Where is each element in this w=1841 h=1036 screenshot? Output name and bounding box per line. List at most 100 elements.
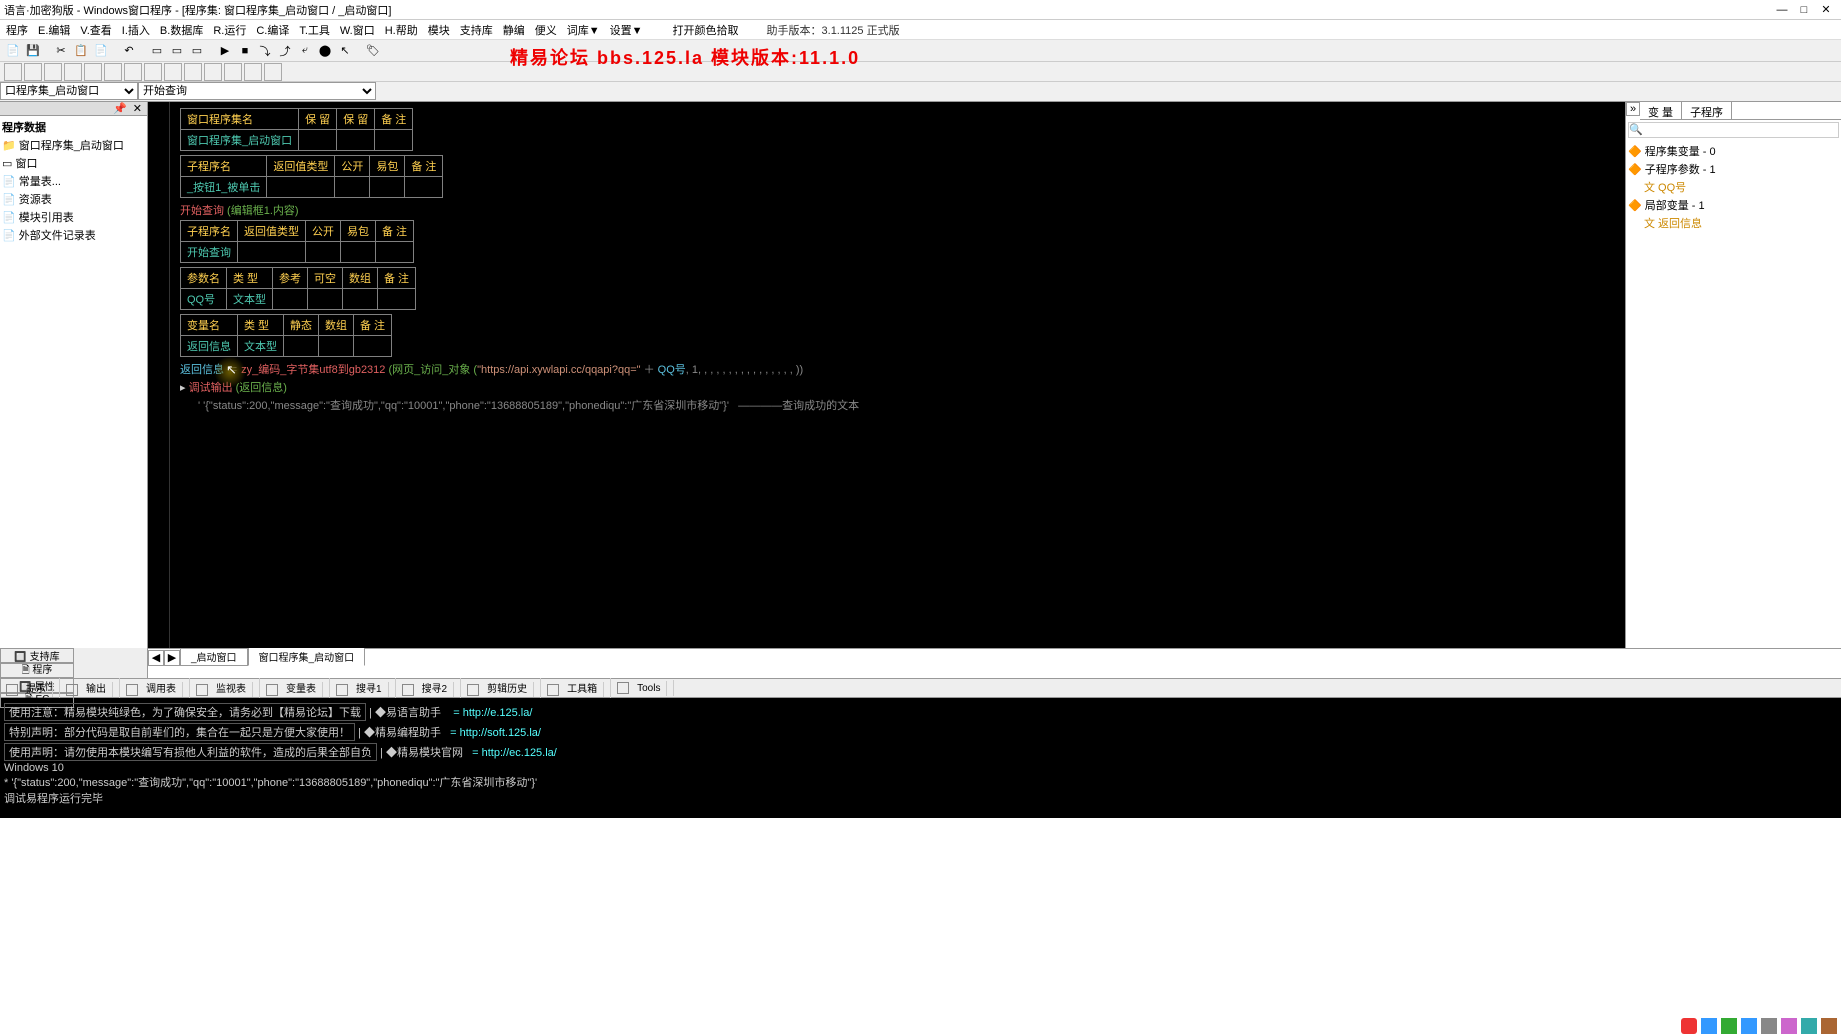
menu-view[interactable]: V.查看 (76, 20, 115, 40)
left-pin-icon[interactable]: 📌 (110, 102, 130, 115)
btab-search2[interactable]: 搜寻2 (396, 678, 462, 697)
layout-btn-11[interactable] (204, 63, 222, 81)
tree-root[interactable]: 程序数据 (2, 118, 145, 136)
tray-mic-icon[interactable] (1741, 1018, 1757, 1034)
layout-btn-10[interactable] (184, 63, 202, 81)
tray-tool-icon[interactable] (1821, 1018, 1837, 1034)
layout-btn-4[interactable] (64, 63, 82, 81)
tree-item-res[interactable]: 📄 资源表 (2, 190, 145, 208)
tree-item-const[interactable]: 📄 常量表... (2, 172, 145, 190)
tool-stop-icon[interactable]: ■ (236, 42, 254, 60)
tab-subs[interactable]: 子程序 (1682, 102, 1732, 119)
vtree-qq[interactable]: 文 QQ号 (1628, 178, 1839, 196)
output-console[interactable]: 使用注意：精易模块纯绿色，为了确保安全，请务必到【精易论坛】下载 | ◆易语言助… (0, 698, 1841, 818)
var-search-input[interactable] (1628, 122, 1839, 138)
left-close-icon[interactable]: ✕ (130, 102, 145, 115)
tray-kbd-icon[interactable] (1761, 1018, 1777, 1034)
tool-step-icon[interactable]: ⤵ (256, 42, 274, 60)
tool-tag-icon[interactable]: 🏷 (364, 42, 382, 60)
right-collapse-button[interactable]: » (1626, 102, 1640, 116)
layout-btn-14[interactable] (264, 63, 282, 81)
menu-support[interactable]: 支持库 (456, 20, 497, 40)
layout-btn-5[interactable] (84, 63, 102, 81)
tab-scroll-left[interactable]: ◀ (148, 650, 164, 666)
vtree-localvar[interactable]: 🔶 局部变量 - 1 (1628, 196, 1839, 214)
tool-stepout-icon[interactable]: ⤶ (296, 42, 314, 60)
tray-sogou-icon[interactable] (1681, 1018, 1697, 1034)
tool-cut-icon[interactable]: ✂ (52, 42, 70, 60)
menu-colorpick[interactable]: 打开颜色拾取 (669, 20, 743, 40)
tab-vars[interactable]: 变 量 (1640, 102, 1682, 119)
tool-win1-icon[interactable]: ▭ (148, 42, 166, 60)
menu-compile[interactable]: C.编译 (252, 20, 293, 40)
vtree-procvar[interactable]: 🔶 程序集变量 - 0 (1628, 142, 1839, 160)
code-line-call1[interactable]: 开始查询 (编辑框1.内容) (180, 202, 1615, 218)
btab-toolbox[interactable]: 工具箱 (541, 678, 611, 697)
menu-help[interactable]: H.帮助 (381, 20, 422, 40)
layout-btn-1[interactable] (4, 63, 22, 81)
maximize-button[interactable]: □ (1793, 4, 1815, 16)
tool-win2-icon[interactable]: ▭ (168, 42, 186, 60)
tray-ime-icon[interactable] (1701, 1018, 1717, 1034)
layout-btn-12[interactable] (224, 63, 242, 81)
tool-win3-icon[interactable]: ▭ (188, 42, 206, 60)
minimize-button[interactable]: — (1771, 4, 1793, 16)
layout-btn-7[interactable] (124, 63, 142, 81)
close-button[interactable]: ✕ (1815, 3, 1837, 16)
btab-watch[interactable]: 监视表 (190, 678, 260, 697)
layout-btn-6[interactable] (104, 63, 122, 81)
tab-scroll-right[interactable]: ▶ (164, 650, 180, 666)
tool-save-icon[interactable]: 💾 (24, 42, 42, 60)
menu-dict[interactable]: 词库▼ (563, 20, 604, 40)
tree-item-extfile[interactable]: 📄 外部文件记录表 (2, 226, 145, 244)
menu-edit[interactable]: E.编辑 (34, 20, 74, 40)
tool-undo-icon[interactable]: ↶ (120, 42, 138, 60)
menu-module[interactable]: 模块 (424, 20, 454, 40)
btab-output[interactable]: 输出 (60, 678, 120, 697)
layout-btn-8[interactable] (144, 63, 162, 81)
btab-vartable[interactable]: 变量表 (260, 678, 330, 697)
editor-tab-procset[interactable]: 窗口程序集_启动窗口 (248, 647, 366, 666)
tray-gear-icon[interactable] (1801, 1018, 1817, 1034)
btab-tools[interactable]: Tools (611, 680, 674, 696)
editor-tab-startwin[interactable]: _启动窗口 (180, 647, 248, 666)
tree-item-window[interactable]: ▭ 窗口 (2, 154, 145, 172)
tree-item-procset[interactable]: 📁 窗口程序集_启动窗口 (2, 136, 145, 154)
menu-window[interactable]: W.窗口 (336, 20, 379, 40)
code-line-debug[interactable]: ▸ 调试输出 (返回信息) (180, 379, 1615, 395)
layout-btn-13[interactable] (244, 63, 262, 81)
btab-hint[interactable]: 提示 (0, 678, 60, 697)
vtree-retinfo[interactable]: 文 返回信息 (1628, 214, 1839, 232)
code-line-assign[interactable]: 返回信息 ＝ zy_编码_字节集utf8到gb2312 (网页_访问_对象 ("… (180, 361, 1615, 377)
layout-btn-3[interactable] (44, 63, 62, 81)
tool-run-icon[interactable]: ▶ (216, 42, 234, 60)
code-editor[interactable]: 窗口程序集名保 留保 留备 注 窗口程序集_启动窗口 子程序名返回值类型公开易包… (170, 102, 1625, 648)
lefttab-program[interactable]: 🗎 程序 (0, 663, 74, 678)
layout-btn-9[interactable] (164, 63, 182, 81)
tool-paste-icon[interactable]: 📄 (92, 42, 110, 60)
menu-run[interactable]: R.运行 (209, 20, 250, 40)
menu-db[interactable]: B.数据库 (156, 20, 207, 40)
btab-clip[interactable]: 剪辑历史 (461, 678, 541, 697)
tray-punct-icon[interactable] (1721, 1018, 1737, 1034)
menu-static[interactable]: 静编 (499, 20, 529, 40)
menu-conv[interactable]: 便义 (531, 20, 561, 40)
btab-calltable[interactable]: 调用表 (120, 678, 190, 697)
menu-tools[interactable]: T.工具 (295, 20, 334, 40)
tool-cursor-icon[interactable]: ↖ (336, 42, 354, 60)
menu-program[interactable]: 程序 (2, 20, 32, 40)
menu-settings[interactable]: 设置▼ (606, 20, 647, 40)
vtree-subparam[interactable]: 🔶 子程序参数 - 1 (1628, 160, 1839, 178)
btab-search1[interactable]: 搜寻1 (330, 678, 396, 697)
tool-new-icon[interactable]: 📄 (4, 42, 22, 60)
tray-skin-icon[interactable] (1781, 1018, 1797, 1034)
tool-copy-icon[interactable]: 📋 (72, 42, 90, 60)
var-tree[interactable]: 🔶 程序集变量 - 0 🔶 子程序参数 - 1 文 QQ号 🔶 局部变量 - 1… (1626, 140, 1841, 234)
project-tree[interactable]: 程序数据 📁 窗口程序集_启动窗口 ▭ 窗口 📄 常量表... 📄 资源表 📄 … (0, 116, 147, 246)
code-line-comment[interactable]: ' '{"status":200,"message":"查询成功","qq":"… (180, 397, 1615, 413)
tool-break-icon[interactable]: ⬤ (316, 42, 334, 60)
combo-procset[interactable]: 口程序集_启动窗口 (0, 82, 138, 100)
tree-item-modref[interactable]: 📄 模块引用表 (2, 208, 145, 226)
tool-stepover-icon[interactable]: ⤴ (276, 42, 294, 60)
layout-btn-2[interactable] (24, 63, 42, 81)
